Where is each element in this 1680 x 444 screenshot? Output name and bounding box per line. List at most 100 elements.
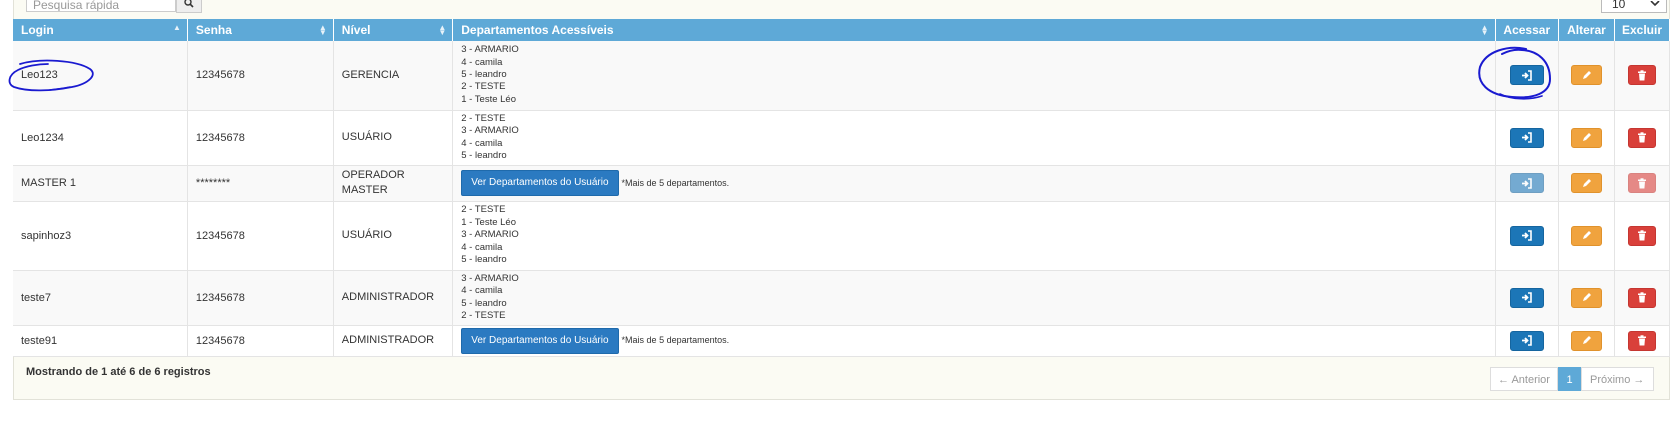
sign-in-icon bbox=[1521, 230, 1532, 241]
cell-acessar bbox=[1495, 270, 1559, 326]
users-table: Login ▲ Senha ▲ ▼ Nível ▲ ▼ Departamentos Ace… bbox=[13, 19, 1670, 357]
pencil-icon bbox=[1582, 70, 1591, 79]
sign-in-icon bbox=[1521, 132, 1532, 143]
cell-acessar bbox=[1495, 201, 1559, 271]
department-line: 2 - TESTE bbox=[461, 81, 506, 93]
cell-alterar bbox=[1558, 165, 1616, 202]
password-text: ******** bbox=[195, 177, 231, 189]
edit-button[interactable] bbox=[1570, 287, 1602, 308]
pagination-next[interactable]: Próximo → bbox=[1581, 367, 1654, 391]
cell-login: teste7 bbox=[13, 270, 188, 326]
trash-icon bbox=[1638, 292, 1646, 303]
access-button[interactable] bbox=[1509, 287, 1544, 308]
cell-login: teste91 bbox=[13, 325, 188, 357]
access-button[interactable] bbox=[1509, 127, 1544, 148]
more-departments-note: *Mais de 5 departamentos. bbox=[621, 177, 730, 188]
department-line: 5 - leandro bbox=[461, 149, 507, 161]
access-button[interactable] bbox=[1509, 65, 1544, 86]
department-line: 3 - ARMARIO bbox=[461, 125, 519, 137]
login-text: teste91 bbox=[21, 334, 58, 347]
column-header-senha[interactable]: Senha ▲ ▼ bbox=[187, 19, 334, 41]
pencil-icon bbox=[1582, 336, 1591, 344]
delete-button[interactable] bbox=[1628, 127, 1656, 148]
cell-excluir bbox=[1614, 201, 1670, 271]
cell-acessar bbox=[1495, 165, 1559, 202]
delete-button[interactable] bbox=[1628, 287, 1656, 308]
trash-icon bbox=[1638, 132, 1646, 143]
search-input[interactable]: Pesquisa rápida bbox=[26, 0, 176, 12]
trash-icon bbox=[1638, 70, 1646, 81]
pagination-previous[interactable]: ← Anterior bbox=[1490, 367, 1558, 391]
cell-alterar bbox=[1558, 110, 1616, 166]
delete-button[interactable] bbox=[1628, 225, 1656, 246]
edit-button[interactable] bbox=[1570, 225, 1602, 246]
more-departments-note: *Mais de 5 departamentos. bbox=[621, 335, 730, 346]
column-header-label: Login bbox=[21, 23, 54, 37]
cell-login: Leo1234 bbox=[13, 110, 188, 166]
cell-acessar bbox=[1495, 325, 1559, 357]
department-line: 4 - camila bbox=[461, 241, 503, 253]
search-button[interactable] bbox=[176, 0, 202, 13]
column-header-label: Departamentos Acessíveis bbox=[461, 23, 614, 37]
cell-login: sapinhoz3 bbox=[13, 201, 188, 271]
password-text: 12345678 bbox=[195, 291, 245, 304]
edit-button[interactable] bbox=[1570, 127, 1602, 148]
table-row: Leo123 12345678 GERENCIA 3 - ARMARIO 4 - cam… bbox=[13, 41, 1670, 111]
column-header-nivel[interactable]: Nível ▲ ▼ bbox=[333, 19, 454, 41]
trash-icon bbox=[1638, 177, 1646, 188]
department-line: 3 - ARMARIO bbox=[461, 44, 519, 56]
page-size-select[interactable]: 10 bbox=[1601, 0, 1667, 13]
trash-icon bbox=[1638, 230, 1646, 241]
department-line: 5 - leandro bbox=[461, 69, 507, 81]
cell-departamentos: Ver Departamentos do Usuário *Mais de 5 d… bbox=[452, 165, 1496, 202]
cell-nivel: ADMINISTRADOR bbox=[333, 270, 454, 326]
cell-departamentos: 3 - ARMARIO 4 - camila 5 - leandro 2 - TEST… bbox=[452, 270, 1496, 326]
cell-nivel: USUÁRIO bbox=[333, 110, 454, 166]
cell-acessar bbox=[1495, 110, 1559, 166]
edit-button[interactable] bbox=[1570, 330, 1602, 351]
view-departments-button[interactable]: Ver Departamentos do Usuário bbox=[461, 170, 619, 196]
table-row: teste91 12345678 ADMINISTRADOR Ver Departam… bbox=[13, 325, 1670, 357]
cell-alterar bbox=[1558, 325, 1616, 357]
view-departments-button[interactable]: Ver Departamentos do Usuário bbox=[461, 327, 619, 354]
edit-button[interactable] bbox=[1570, 173, 1602, 193]
department-line: 4 - camila bbox=[461, 56, 503, 68]
nivel-line: GERENCIA bbox=[341, 68, 400, 81]
delete-button[interactable] bbox=[1628, 173, 1656, 193]
pagination-page[interactable]: 1 bbox=[1558, 367, 1581, 391]
sort-asc-icon: ▲ bbox=[173, 23, 181, 32]
pagination: ← Anterior 1 Próximo → bbox=[1490, 367, 1654, 391]
column-header-departamentos[interactable]: Departamentos Acessíveis ▲ ▼ bbox=[452, 19, 1496, 41]
cell-senha: 12345678 bbox=[187, 270, 334, 326]
column-header-label: Nível bbox=[341, 23, 371, 37]
cell-excluir bbox=[1614, 110, 1670, 166]
access-button[interactable] bbox=[1509, 225, 1544, 246]
column-header-login[interactable]: Login ▲ bbox=[13, 19, 188, 41]
delete-button[interactable] bbox=[1628, 65, 1656, 86]
page-size-value: 10 bbox=[1612, 0, 1626, 11]
nivel-line: OPERADOR bbox=[341, 169, 405, 181]
cell-excluir bbox=[1614, 165, 1670, 202]
login-text: sapinhoz3 bbox=[21, 229, 72, 242]
cell-senha: 12345678 bbox=[187, 41, 334, 111]
table-row: Leo1234 12345678 USUÁRIO 2 - TESTE 3 - ARMAR… bbox=[13, 110, 1670, 166]
trash-icon bbox=[1638, 335, 1646, 346]
department-line: 1 - Teste Léo bbox=[461, 216, 517, 228]
sign-in-icon bbox=[1521, 292, 1532, 303]
pencil-icon bbox=[1582, 133, 1591, 141]
department-line: 2 - TESTE bbox=[461, 204, 506, 216]
department-line: 1 - Teste Léo bbox=[461, 93, 517, 105]
access-button[interactable] bbox=[1509, 173, 1544, 193]
cell-senha: 12345678 bbox=[187, 201, 334, 271]
edit-button[interactable] bbox=[1570, 65, 1602, 86]
access-button[interactable] bbox=[1509, 330, 1544, 351]
table-row: teste7 12345678 ADMINISTRADOR 3 - ARMARIO 4 … bbox=[13, 270, 1670, 326]
password-text: 12345678 bbox=[195, 229, 245, 242]
sign-in-icon bbox=[1521, 335, 1532, 346]
password-text: 12345678 bbox=[195, 69, 245, 82]
delete-button[interactable] bbox=[1628, 330, 1656, 351]
cell-nivel: ADMINISTRADOR bbox=[333, 325, 454, 357]
cell-senha: ******** bbox=[187, 165, 334, 202]
column-header-label: Senha bbox=[195, 23, 232, 37]
login-text: teste7 bbox=[21, 291, 51, 304]
